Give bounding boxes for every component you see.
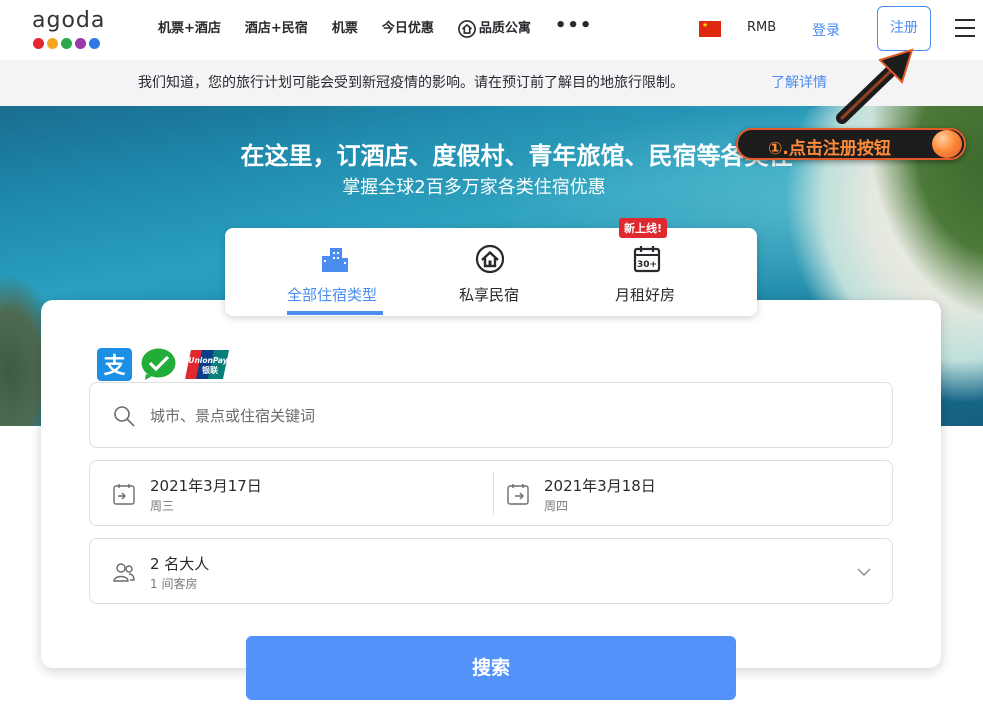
nav-apartments-label: 品质公寓 [478, 21, 531, 36]
china-flag-icon[interactable]: ★ [699, 21, 721, 37]
wechat-pay-icon [141, 348, 176, 380]
checkout-date[interactable]: 2021年3月18日 周四 [494, 461, 892, 525]
tab-monthly-rentals-label: 月租好房 [615, 286, 676, 304]
agoda-logo[interactable]: agoda [30, 8, 110, 52]
nav-flights[interactable]: 机票 [332, 18, 358, 40]
date-range-field: 2021年3月17日 周三 2021年3月18日 周四 [89, 460, 893, 526]
logo-dot [75, 38, 86, 49]
tab-private-homes-label: 私享民宿 [459, 286, 520, 304]
checkout-weekday: 周四 [544, 499, 569, 513]
hero-subtitle: 掌握全球2百多万家各类住宿优惠 [342, 177, 606, 198]
annotation-arrow-icon [836, 48, 914, 124]
more-dots-icon[interactable]: ••• [555, 15, 593, 37]
notice-text: 我们知道，您的旅行计划可能会受到新冠疫情的影响。请在预订前了解目的地旅行限制。 [138, 75, 684, 91]
house-icon [457, 20, 476, 38]
unionpay-text: UnionPay [188, 356, 228, 365]
guests-count: 2 名大人 [150, 555, 210, 573]
logo-dot [33, 38, 44, 49]
logo-text: agoda [32, 8, 106, 33]
annotation-ball-icon [932, 130, 962, 158]
calendar-30-icon: 30+ [633, 246, 661, 273]
logo-dot [89, 38, 100, 49]
checkin-date-text: 2021年3月17日 [150, 477, 262, 495]
rooms-count: 1 间客房 [150, 577, 198, 591]
main-nav: 机票+酒店 酒店+民宿 机票 今日优惠 品质公寓 ••• [158, 15, 616, 40]
tab-all-properties-label: 全部住宿类型 [287, 286, 378, 304]
guests-icon [113, 563, 135, 582]
hamburger-menu-icon[interactable] [955, 19, 975, 37]
nav-hotel-homes[interactable]: 酒店+民宿 [245, 18, 308, 40]
chevron-down-icon[interactable] [852, 560, 876, 584]
checkout-date-text: 2021年3月18日 [544, 477, 656, 495]
search-input[interactable]: 城市、景点或住宿关键词 [150, 405, 315, 426]
svg-text:支: 支 [103, 354, 126, 379]
destination-search-field[interactable]: 城市、景点或住宿关键词 [89, 382, 893, 448]
payment-icons: 支 UnionPay 银联 [97, 348, 231, 381]
nav-apartments[interactable]: 品质公寓 [457, 18, 531, 40]
tab-private-homes[interactable]: 私享民宿 [445, 228, 595, 316]
property-type-tabs: 全部住宿类型 私享民宿 30+ 月租好房 新上线! [225, 218, 757, 316]
unionpay-cn-text: 银联 [201, 365, 218, 375]
checkin-date[interactable]: 2021年3月17日 周三 [90, 461, 493, 525]
hotel-building-icon [322, 248, 348, 272]
annotation-callout: ①.点击注册按钮 [736, 128, 966, 160]
alipay-icon: 支 [97, 348, 132, 381]
new-badge: 新上线! [619, 218, 668, 238]
home-icon [475, 244, 505, 274]
nav-deals[interactable]: 今日优惠 [382, 18, 434, 40]
tab-monthly-rentals[interactable]: 30+ 月租好房 [595, 228, 757, 316]
guests-rooms-selector[interactable]: 2 名大人 1 间客房 [89, 538, 893, 604]
notice-learn-more-link[interactable]: 了解详情 [771, 60, 827, 106]
svg-text:30+: 30+ [637, 260, 657, 270]
search-button[interactable]: 搜索 [246, 636, 736, 700]
checkout-calendar-icon [507, 484, 529, 505]
tab-all-properties[interactable]: 全部住宿类型 [225, 228, 445, 316]
login-link[interactable]: 登录 [812, 20, 840, 40]
unionpay-icon: UnionPay 银联 [185, 350, 229, 379]
search-icon [114, 406, 135, 427]
checkin-weekday: 周三 [150, 499, 175, 513]
active-tab-underline [287, 311, 383, 315]
currency-selector[interactable]: RMB [747, 20, 776, 35]
nav-flight-hotel[interactable]: 机票+酒店 [158, 18, 221, 40]
logo-dots [33, 38, 100, 49]
search-card: 支 UnionPay 银联 城市、景点或住宿关键词 2021年3月17日 周三 … [41, 300, 941, 668]
logo-dot [47, 38, 58, 49]
checkin-calendar-icon [113, 484, 135, 505]
logo-dot [61, 38, 72, 49]
annotation-text: ①.点击注册按钮 [768, 139, 891, 159]
